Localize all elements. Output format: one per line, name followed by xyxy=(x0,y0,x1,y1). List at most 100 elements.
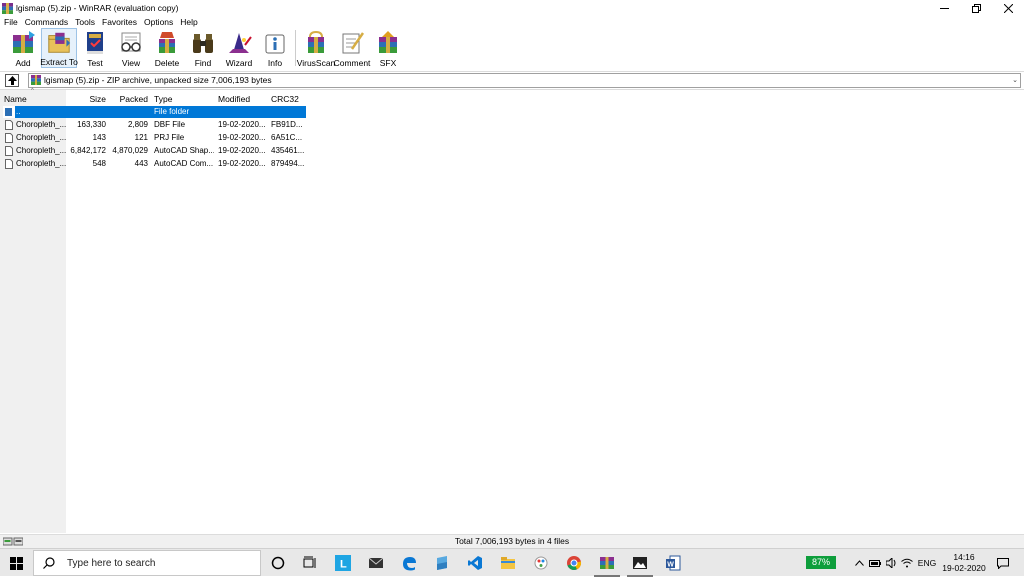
column-header-modified[interactable]: Modified xyxy=(218,93,268,105)
table-row[interactable]: Choropleth_... 548 443 AutoCAD Com... 19… xyxy=(3,158,306,170)
address-bar[interactable]: lgismap (5).zip - ZIP archive, unpacked … xyxy=(28,72,1021,88)
cortana-circle-icon xyxy=(271,556,285,570)
add-button[interactable]: Add xyxy=(5,28,41,68)
sfx-button[interactable]: SFX xyxy=(370,28,406,68)
menu-help[interactable]: Help xyxy=(176,16,200,28)
taskbar: Type here to search L W 87% ENG 14:16 19… xyxy=(0,548,1024,577)
taskbar-chrome[interactable] xyxy=(558,549,590,577)
chevron-down-icon[interactable]: ⌄ xyxy=(1010,76,1020,84)
taskbar-app-blue[interactable] xyxy=(426,549,458,577)
taskbar-search-box[interactable]: Type here to search xyxy=(33,550,261,576)
sfx-icon xyxy=(379,31,397,53)
taskbar-edge[interactable] xyxy=(393,549,425,577)
comment-button[interactable]: Comment xyxy=(334,28,370,68)
delete-icon xyxy=(159,32,175,53)
cortana-button[interactable] xyxy=(262,549,294,577)
taskbar-clock[interactable]: 14:16 19-02-2020 xyxy=(938,552,990,574)
taskbar-winrar[interactable] xyxy=(591,549,623,577)
file-icon xyxy=(5,133,13,143)
action-center-button[interactable] xyxy=(994,549,1012,577)
row-size: 163,330 xyxy=(77,120,106,129)
column-header-packed[interactable]: Packed xyxy=(110,93,148,105)
taskbar-word[interactable]: W xyxy=(657,549,689,577)
find-label: Find xyxy=(194,58,212,68)
comment-label: Comment xyxy=(333,58,371,68)
view-glasses-icon xyxy=(121,32,141,52)
taskbar-paint-app[interactable] xyxy=(525,549,557,577)
input-language-indicator[interactable]: ENG xyxy=(916,549,938,577)
view-button[interactable]: View xyxy=(113,28,149,68)
row-packed: 443 xyxy=(134,159,148,168)
minimize-button[interactable] xyxy=(928,0,960,16)
restore-icon xyxy=(971,3,981,13)
menu-file[interactable]: File xyxy=(0,16,21,28)
column-header-name[interactable]: Name xyxy=(4,93,64,105)
wifi-tray-button[interactable] xyxy=(900,549,914,577)
row-modified: 19-02-2020... xyxy=(218,133,266,142)
table-row[interactable]: Choropleth_... 6,842,172 4,870,029 AutoC… xyxy=(3,145,306,157)
row-size: 143 xyxy=(92,133,106,142)
task-view-button[interactable] xyxy=(294,549,326,577)
row-type: PRJ File xyxy=(154,133,185,142)
column-header-crc32[interactable]: CRC32 xyxy=(271,93,306,105)
word-icon: W xyxy=(666,555,681,571)
l-app-icon: L xyxy=(335,555,351,571)
sfx-label: SFX xyxy=(379,58,397,68)
search-placeholder: Type here to search xyxy=(67,557,156,569)
add-label: Add xyxy=(15,58,31,68)
battery-tray-button[interactable] xyxy=(868,549,882,577)
task-view-icon xyxy=(303,556,316,568)
winrar-icon xyxy=(600,557,614,569)
taskbar-photos[interactable] xyxy=(624,549,656,577)
view-label: View xyxy=(121,58,141,68)
comment-icon xyxy=(342,32,365,54)
table-row-parent-folder[interactable]: .. File folder xyxy=(3,106,306,118)
row-packed: 2,809 xyxy=(127,120,148,129)
column-header-type[interactable]: Type xyxy=(154,93,214,105)
test-label: Test xyxy=(87,58,103,68)
column-header-size[interactable]: Size xyxy=(68,93,106,105)
svg-text:W: W xyxy=(667,562,674,569)
menu-options[interactable]: Options xyxy=(140,16,176,28)
svg-text:L: L xyxy=(340,559,347,571)
paint-icon xyxy=(534,556,548,570)
battery-percentage: 87% xyxy=(806,556,836,569)
row-name: Choropleth_... xyxy=(16,146,66,155)
extract-to-button[interactable]: Extract To xyxy=(40,28,78,68)
sort-ascending-icon: ^ xyxy=(31,88,34,94)
chrome-icon xyxy=(567,556,582,570)
minimize-icon xyxy=(939,7,949,9)
volume-tray-button[interactable] xyxy=(884,549,898,577)
start-button[interactable] xyxy=(0,549,33,577)
virus-scan-icon xyxy=(308,30,324,53)
taskbar-mail[interactable] xyxy=(360,549,392,577)
maximize-button[interactable] xyxy=(960,0,992,16)
photos-icon xyxy=(633,557,647,569)
delete-button[interactable]: Delete xyxy=(149,28,185,68)
menu-commands[interactable]: Commands xyxy=(21,16,71,28)
taskbar-vscode[interactable] xyxy=(459,549,491,577)
close-button[interactable] xyxy=(992,0,1024,16)
find-button[interactable]: Find xyxy=(185,28,221,68)
file-icon xyxy=(5,120,13,130)
test-button[interactable]: Test xyxy=(77,28,113,68)
wizard-button[interactable]: Wizard xyxy=(221,28,257,68)
show-hidden-icons-button[interactable] xyxy=(852,549,866,577)
row-packed: 4,870,029 xyxy=(112,146,148,155)
table-row[interactable]: Choropleth_... 163,330 2,809 DBF File 19… xyxy=(3,119,306,131)
volume-icon xyxy=(885,558,895,568)
taskbar-app-l[interactable]: L xyxy=(327,549,359,577)
info-button[interactable]: Info xyxy=(257,28,293,68)
menu-favorites[interactable]: Favorites xyxy=(98,16,140,28)
extract-to-label: Extract To xyxy=(40,57,78,67)
up-one-level-button[interactable] xyxy=(5,73,19,87)
taskbar-file-explorer[interactable] xyxy=(492,549,524,577)
table-row[interactable]: Choropleth_... 143 121 PRJ File 19-02-20… xyxy=(3,132,306,144)
menu-tools[interactable]: Tools xyxy=(71,16,98,28)
test-book-icon xyxy=(87,32,103,54)
status-bar: Total 7,006,193 bytes in 4 files xyxy=(0,534,1024,548)
row-crc32: 435461... xyxy=(271,146,305,155)
wizard-label: Wizard xyxy=(225,58,253,68)
virusscan-button[interactable]: VirusScan xyxy=(297,28,335,68)
file-list: Name ^ Size Packed Type Modified CRC32 .… xyxy=(0,88,1024,533)
